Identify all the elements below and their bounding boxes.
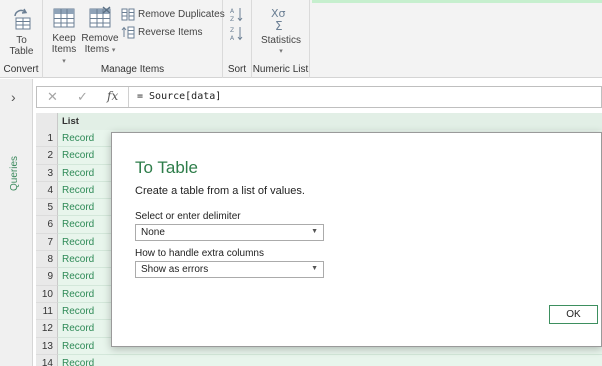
chevron-down-icon: ▼ (311, 265, 318, 272)
formula-input[interactable]: = Source[data] (137, 91, 221, 102)
dialog-title: To Table (135, 158, 199, 177)
svg-text:Z: Z (230, 27, 234, 34)
formula-bar-buttons: ✕ ✓ fx (37, 87, 129, 107)
dialog-description: Create a table from a list of values. (135, 185, 305, 197)
remove-items-label-1: Remove (81, 33, 119, 44)
svg-text:Σ: Σ (275, 19, 283, 32)
row-number[interactable]: 8 (36, 251, 58, 269)
row-number[interactable]: 3 (36, 164, 58, 182)
sort-ascending-button[interactable]: A Z (230, 6, 244, 22)
cancel-formula-icon[interactable]: ✕ (47, 89, 58, 105)
convert-group: To Table Convert (0, 0, 43, 78)
row-number[interactable]: 12 (36, 320, 58, 338)
row-number[interactable]: 7 (36, 233, 58, 252)
numeric-list-group: Xσ Σ Statistics ▾ Numeric List (252, 0, 310, 78)
row-number[interactable]: 14 (36, 354, 58, 366)
to-table-dialog: To Table Create a table from a list of v… (111, 132, 602, 347)
remove-duplicates-label: Remove Duplicates (138, 9, 225, 20)
keep-items-button[interactable]: Keep Items ▾ (49, 6, 79, 67)
svg-text:A: A (230, 35, 235, 41)
queries-pane: › Queries (0, 79, 33, 366)
manage-items-group-label: Manage Items (100, 64, 165, 75)
to-table-icon (13, 8, 30, 30)
record-cell[interactable]: Record (58, 354, 602, 366)
numeric-list-group-label: Numeric List (252, 64, 309, 75)
delimiter-value: None (141, 227, 165, 238)
delimiter-label: Select or enter delimiter (135, 211, 241, 222)
reverse-items-button[interactable]: Reverse Items (121, 26, 202, 39)
chevron-right-icon[interactable]: › (11, 89, 16, 105)
row-number[interactable]: 4 (36, 181, 58, 200)
row-number[interactable]: 1 (36, 130, 58, 148)
sort-descending-button[interactable]: Z A (230, 25, 244, 41)
convert-group-label: Convert (3, 64, 39, 75)
row-number[interactable]: 13 (36, 337, 58, 355)
row-number[interactable]: 5 (36, 199, 58, 217)
column-header-list[interactable]: List (58, 113, 602, 130)
svg-text:A: A (230, 8, 235, 15)
remove-duplicates-icon (121, 8, 135, 21)
chevron-down-icon: ▾ (279, 48, 283, 55)
extra-columns-label: How to handle extra columns (135, 248, 264, 259)
to-table-label-2: Table (9, 46, 34, 57)
fx-icon[interactable]: fx (107, 89, 118, 103)
remove-items-button[interactable]: Remove Items ▾ (81, 6, 119, 56)
manage-items-group: Keep Items ▾ Remove Items ▾ Remove Dupli… (43, 0, 225, 78)
table-row[interactable]: 14 Record (36, 354, 602, 366)
keep-items-label-1: Keep (52, 33, 76, 44)
queries-pane-label[interactable]: Queries (9, 156, 20, 191)
reverse-items-label: Reverse Items (138, 27, 203, 38)
keep-items-label-2: Items (51, 44, 77, 55)
row-number[interactable]: 9 (36, 268, 58, 286)
remove-items-label-2: Items (84, 44, 110, 55)
remove-items-icon (89, 6, 111, 28)
grid-header: List (36, 113, 602, 130)
to-table-button[interactable]: To Table (3, 6, 40, 57)
statistics-button[interactable]: Xσ Σ Statistics ▾ (256, 6, 306, 57)
chevron-down-icon: ▾ (111, 47, 116, 54)
sort-ascending-icon: A Z (230, 8, 243, 22)
ribbon-tab-highlight (312, 0, 602, 3)
reverse-items-icon (121, 26, 135, 39)
extra-columns-value: Show as errors (141, 264, 209, 275)
row-number[interactable]: 11 (36, 302, 58, 321)
ribbon: To Table Convert Keep Items ▾ Remove Ite… (0, 0, 602, 78)
sort-group: A Z Z A Sort (223, 0, 252, 78)
grid-corner[interactable] (36, 113, 58, 130)
to-table-label-1: To (16, 35, 27, 46)
confirm-formula-icon[interactable]: ✓ (77, 89, 88, 105)
row-number[interactable]: 10 (36, 285, 58, 303)
statistics-icon: Xσ Σ (271, 7, 286, 32)
extra-columns-select[interactable]: Show as errors ▼ (135, 261, 324, 278)
sort-group-label: Sort (227, 64, 247, 75)
keep-items-icon (53, 8, 75, 28)
row-number[interactable]: 2 (36, 147, 58, 165)
chevron-down-icon: ▼ (311, 228, 318, 235)
sort-descending-icon: Z A (230, 27, 243, 41)
statistics-label: Statistics (260, 35, 301, 46)
ok-button[interactable]: OK (549, 305, 598, 324)
svg-text:Z: Z (230, 16, 234, 22)
remove-duplicates-button[interactable]: Remove Duplicates (121, 8, 225, 21)
formula-bar: ✕ ✓ fx = Source[data] (36, 86, 602, 108)
delimiter-select[interactable]: None ▼ (135, 224, 324, 241)
row-number[interactable]: 6 (36, 216, 58, 234)
